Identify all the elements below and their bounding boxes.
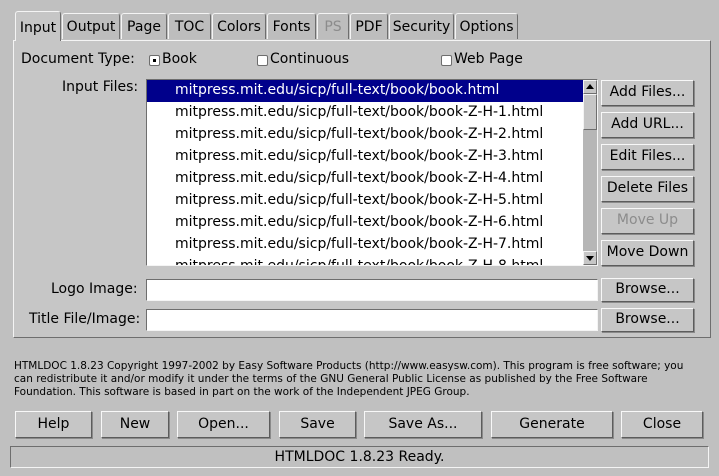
list-item[interactable]: mitpress.mit.edu/sicp/full-text/book/boo… bbox=[147, 124, 583, 146]
arrow-up-icon bbox=[586, 84, 594, 89]
tab-security[interactable]: Security bbox=[389, 13, 454, 39]
document-type-label: Document Type: bbox=[21, 51, 135, 67]
move-down-button[interactable]: Move Down bbox=[601, 240, 694, 266]
new-button[interactable]: New bbox=[101, 411, 169, 438]
title-file-field[interactable] bbox=[146, 309, 598, 331]
delete-files-button[interactable]: Delete Files bbox=[601, 176, 694, 202]
input-files-label: Input Files: bbox=[62, 79, 139, 95]
scroll-thumb[interactable] bbox=[583, 94, 597, 130]
tab-options[interactable]: Options bbox=[455, 13, 518, 39]
status-bar: HTMLDOC 1.8.23 Ready. bbox=[10, 446, 709, 468]
list-item[interactable]: mitpress.mit.edu/sicp/full-text/book/boo… bbox=[147, 212, 583, 234]
book-radio-label[interactable]: Book bbox=[162, 51, 197, 67]
continuous-radio-label[interactable]: Continuous bbox=[270, 51, 349, 67]
logo-image-field[interactable] bbox=[146, 279, 598, 301]
radio-selected-dot bbox=[153, 59, 156, 62]
help-button[interactable]: Help bbox=[15, 411, 92, 438]
tab-output[interactable]: Output bbox=[62, 13, 120, 39]
file-rows: mitpress.mit.edu/sicp/full-text/book/boo… bbox=[147, 80, 583, 265]
arrow-down-icon bbox=[586, 256, 594, 261]
continuous-radio[interactable] bbox=[257, 55, 268, 66]
open-button[interactable]: Open... bbox=[177, 411, 270, 438]
tab-toc[interactable]: TOC bbox=[168, 13, 211, 39]
save-button[interactable]: Save bbox=[279, 411, 356, 438]
tab-pdf[interactable]: PDF bbox=[350, 13, 388, 39]
input-files-list[interactable]: mitpress.mit.edu/sicp/full-text/book/boo… bbox=[146, 79, 598, 266]
file-list-scrollbar[interactable] bbox=[583, 80, 597, 265]
save-as-button[interactable]: Save As... bbox=[364, 411, 482, 438]
web-page-radio-label[interactable]: Web Page bbox=[454, 51, 523, 67]
title-file-label: Title File/Image: bbox=[29, 311, 141, 327]
move-up-button[interactable]: Move Up bbox=[601, 208, 694, 234]
tab-fonts[interactable]: Fonts bbox=[267, 13, 316, 39]
logo-image-label: Logo Image: bbox=[51, 281, 138, 297]
web-page-radio[interactable] bbox=[441, 55, 452, 66]
edit-files-button[interactable]: Edit Files... bbox=[601, 144, 694, 170]
logo-browse-button[interactable]: Browse... bbox=[601, 278, 694, 302]
generate-button[interactable]: Generate bbox=[491, 411, 613, 438]
list-item[interactable]: mitpress.mit.edu/sicp/full-text/book/boo… bbox=[147, 190, 583, 212]
title-browse-button[interactable]: Browse... bbox=[601, 308, 694, 332]
copyright-notice: HTMLDOC 1.8.23 Copyright 1997-2002 by Ea… bbox=[14, 360, 684, 398]
add-files-button[interactable]: Add Files... bbox=[601, 80, 694, 106]
tab-colors[interactable]: Colors bbox=[212, 13, 266, 39]
book-radio[interactable] bbox=[149, 55, 160, 66]
list-item[interactable]: mitpress.mit.edu/sicp/full-text/book/boo… bbox=[147, 102, 583, 124]
tab-page[interactable]: Page bbox=[121, 13, 167, 39]
tab-input[interactable]: Input bbox=[15, 11, 61, 41]
scroll-down-button[interactable] bbox=[583, 251, 597, 265]
list-item[interactable]: mitpress.mit.edu/sicp/full-text/book/boo… bbox=[147, 234, 583, 256]
list-item[interactable]: mitpress.mit.edu/sicp/full-text/book/boo… bbox=[147, 256, 583, 265]
scroll-up-button[interactable] bbox=[583, 80, 597, 94]
list-item[interactable]: mitpress.mit.edu/sicp/full-text/book/boo… bbox=[147, 146, 583, 168]
add-url-button[interactable]: Add URL... bbox=[601, 112, 694, 138]
tab-ps[interactable]: PS bbox=[317, 13, 349, 39]
list-item[interactable]: mitpress.mit.edu/sicp/full-text/book/boo… bbox=[147, 80, 583, 102]
list-item[interactable]: mitpress.mit.edu/sicp/full-text/book/boo… bbox=[147, 168, 583, 190]
close-button[interactable]: Close bbox=[621, 411, 703, 438]
